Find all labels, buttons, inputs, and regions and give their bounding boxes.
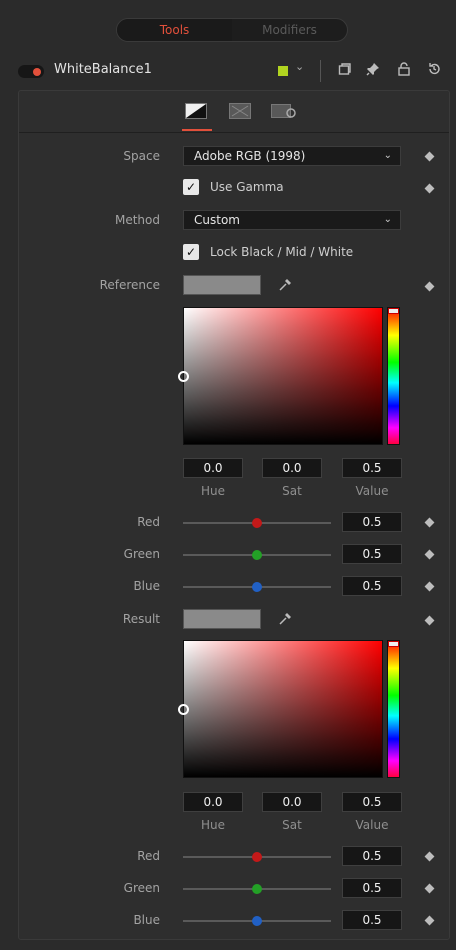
use-gamma-checkbox[interactable]: ✓ bbox=[183, 179, 199, 195]
result-blue-slider[interactable] bbox=[183, 916, 331, 926]
keyframe-diamond-icon[interactable] bbox=[424, 851, 435, 862]
result-value-label: Value bbox=[355, 818, 389, 832]
result-hue-strip[interactable] bbox=[387, 640, 400, 778]
eyedropper-icon[interactable] bbox=[278, 610, 294, 630]
reference-green-label: Green bbox=[123, 547, 160, 561]
method-label: Method bbox=[114, 213, 160, 227]
tools-modifiers-switch: Tools Modifiers bbox=[116, 18, 348, 42]
reference-value-input[interactable]: 0.5 bbox=[342, 458, 402, 478]
result-red-label: Red bbox=[137, 849, 160, 863]
reference-blue-label: Blue bbox=[133, 579, 160, 593]
result-hue-label: Hue bbox=[200, 818, 225, 832]
tool-name: WhiteBalance1 bbox=[54, 62, 152, 77]
tool-color-swatch[interactable] bbox=[278, 66, 288, 76]
result-label: Result bbox=[122, 612, 160, 626]
keyframe-diamond-icon[interactable] bbox=[424, 183, 435, 194]
eyedropper-icon[interactable] bbox=[278, 276, 294, 296]
result-red-slider[interactable] bbox=[183, 852, 331, 862]
inspector-header: Tools Modifiers WhiteBalance1 ⌄ bbox=[6, 0, 450, 92]
reference-hue-input[interactable]: 0.0 bbox=[183, 458, 243, 478]
space-value: Adobe RGB (1998) bbox=[194, 149, 306, 163]
keyframe-diamond-icon[interactable] bbox=[424, 915, 435, 926]
keyframe-diamond-icon[interactable] bbox=[424, 883, 435, 894]
tool-header-row: WhiteBalance1 ⌄ bbox=[6, 56, 450, 86]
reference-red-input[interactable]: 0.5 bbox=[342, 512, 402, 532]
reference-red-label: Red bbox=[137, 515, 160, 529]
result-blue-input[interactable]: 0.5 bbox=[342, 910, 402, 930]
lock-icon[interactable] bbox=[396, 62, 412, 78]
keyframe-diamond-icon[interactable] bbox=[424, 151, 435, 162]
subtab-image-icon[interactable] bbox=[229, 103, 251, 119]
space-dropdown[interactable]: Adobe RGB (1998) ⌄ bbox=[183, 146, 401, 166]
result-green-input[interactable]: 0.5 bbox=[342, 878, 402, 898]
result-color-field[interactable] bbox=[178, 640, 383, 778]
reference-value-label: Value bbox=[355, 484, 389, 498]
keyframe-diamond-icon[interactable] bbox=[424, 281, 435, 292]
chevron-down-icon[interactable]: ⌄ bbox=[295, 60, 304, 73]
tab-modifiers[interactable]: Modifiers bbox=[232, 19, 347, 41]
inspector-panel: Tools Modifiers WhiteBalance1 ⌄ Space Ad… bbox=[6, 0, 450, 950]
use-gamma-label: Use Gamma bbox=[210, 180, 284, 194]
active-subtab-indicator bbox=[182, 129, 212, 131]
slider-knob[interactable] bbox=[252, 518, 262, 528]
lock-label: Lock Black / Mid / White bbox=[210, 245, 354, 259]
divider bbox=[320, 60, 321, 82]
slider-knob[interactable] bbox=[252, 582, 262, 592]
hue-strip-handle[interactable] bbox=[388, 641, 399, 647]
result-sat-label: Sat bbox=[282, 818, 302, 832]
result-green-slider[interactable] bbox=[183, 884, 331, 894]
result-green-label: Green bbox=[123, 881, 160, 895]
tab-tools[interactable]: Tools bbox=[117, 19, 232, 41]
reference-hue-strip[interactable] bbox=[387, 307, 400, 445]
reference-blue-input[interactable]: 0.5 bbox=[342, 576, 402, 596]
slider-knob[interactable] bbox=[252, 852, 262, 862]
version-icon[interactable] bbox=[337, 62, 353, 78]
reference-blue-slider[interactable] bbox=[183, 582, 331, 592]
reference-sat-input[interactable]: 0.0 bbox=[262, 458, 322, 478]
result-red-input[interactable]: 0.5 bbox=[342, 846, 402, 866]
hue-strip-handle[interactable] bbox=[388, 308, 399, 314]
color-field-cursor[interactable] bbox=[178, 371, 189, 382]
control-subtabs bbox=[19, 91, 449, 133]
tool-enable-toggle[interactable] bbox=[18, 65, 44, 78]
reference-hue-label: Hue bbox=[200, 484, 225, 498]
result-color-swatch[interactable] bbox=[183, 609, 261, 629]
reset-icon[interactable] bbox=[426, 62, 442, 78]
reference-sat-label: Sat bbox=[282, 484, 302, 498]
slider-knob[interactable] bbox=[252, 884, 262, 894]
color-field-cursor[interactable] bbox=[178, 704, 189, 715]
toggle-dot bbox=[33, 67, 41, 76]
reference-green-slider[interactable] bbox=[183, 550, 331, 560]
chevron-down-icon: ⌄ bbox=[383, 214, 392, 225]
method-value: Custom bbox=[194, 213, 240, 227]
slider-knob[interactable] bbox=[252, 916, 262, 926]
reference-label: Reference bbox=[99, 278, 160, 292]
result-value-input[interactable]: 0.5 bbox=[342, 792, 402, 812]
space-label: Space bbox=[123, 149, 160, 163]
chevron-down-icon: ⌄ bbox=[383, 150, 392, 161]
reference-red-slider[interactable] bbox=[183, 518, 331, 528]
keyframe-diamond-icon[interactable] bbox=[424, 549, 435, 560]
reference-green-input[interactable]: 0.5 bbox=[342, 544, 402, 564]
keyframe-diamond-icon[interactable] bbox=[424, 581, 435, 592]
keyframe-diamond-icon[interactable] bbox=[424, 615, 435, 626]
result-blue-label: Blue bbox=[133, 913, 160, 927]
inspector-content: Space Adobe RGB (1998) ⌄ ✓ Use Gamma Met… bbox=[18, 90, 450, 940]
subtab-settings-icon[interactable] bbox=[271, 103, 296, 119]
method-dropdown[interactable]: Custom ⌄ bbox=[183, 210, 401, 230]
result-hue-input[interactable]: 0.0 bbox=[183, 792, 243, 812]
reference-color-swatch[interactable] bbox=[183, 275, 261, 295]
subtab-controls-icon[interactable] bbox=[185, 103, 207, 119]
lock-checkbox[interactable]: ✓ bbox=[183, 244, 199, 260]
result-sat-input[interactable]: 0.0 bbox=[262, 792, 322, 812]
pin-icon[interactable] bbox=[365, 62, 381, 78]
reference-color-field[interactable] bbox=[178, 307, 383, 445]
slider-knob[interactable] bbox=[252, 550, 262, 560]
keyframe-diamond-icon[interactable] bbox=[424, 517, 435, 528]
